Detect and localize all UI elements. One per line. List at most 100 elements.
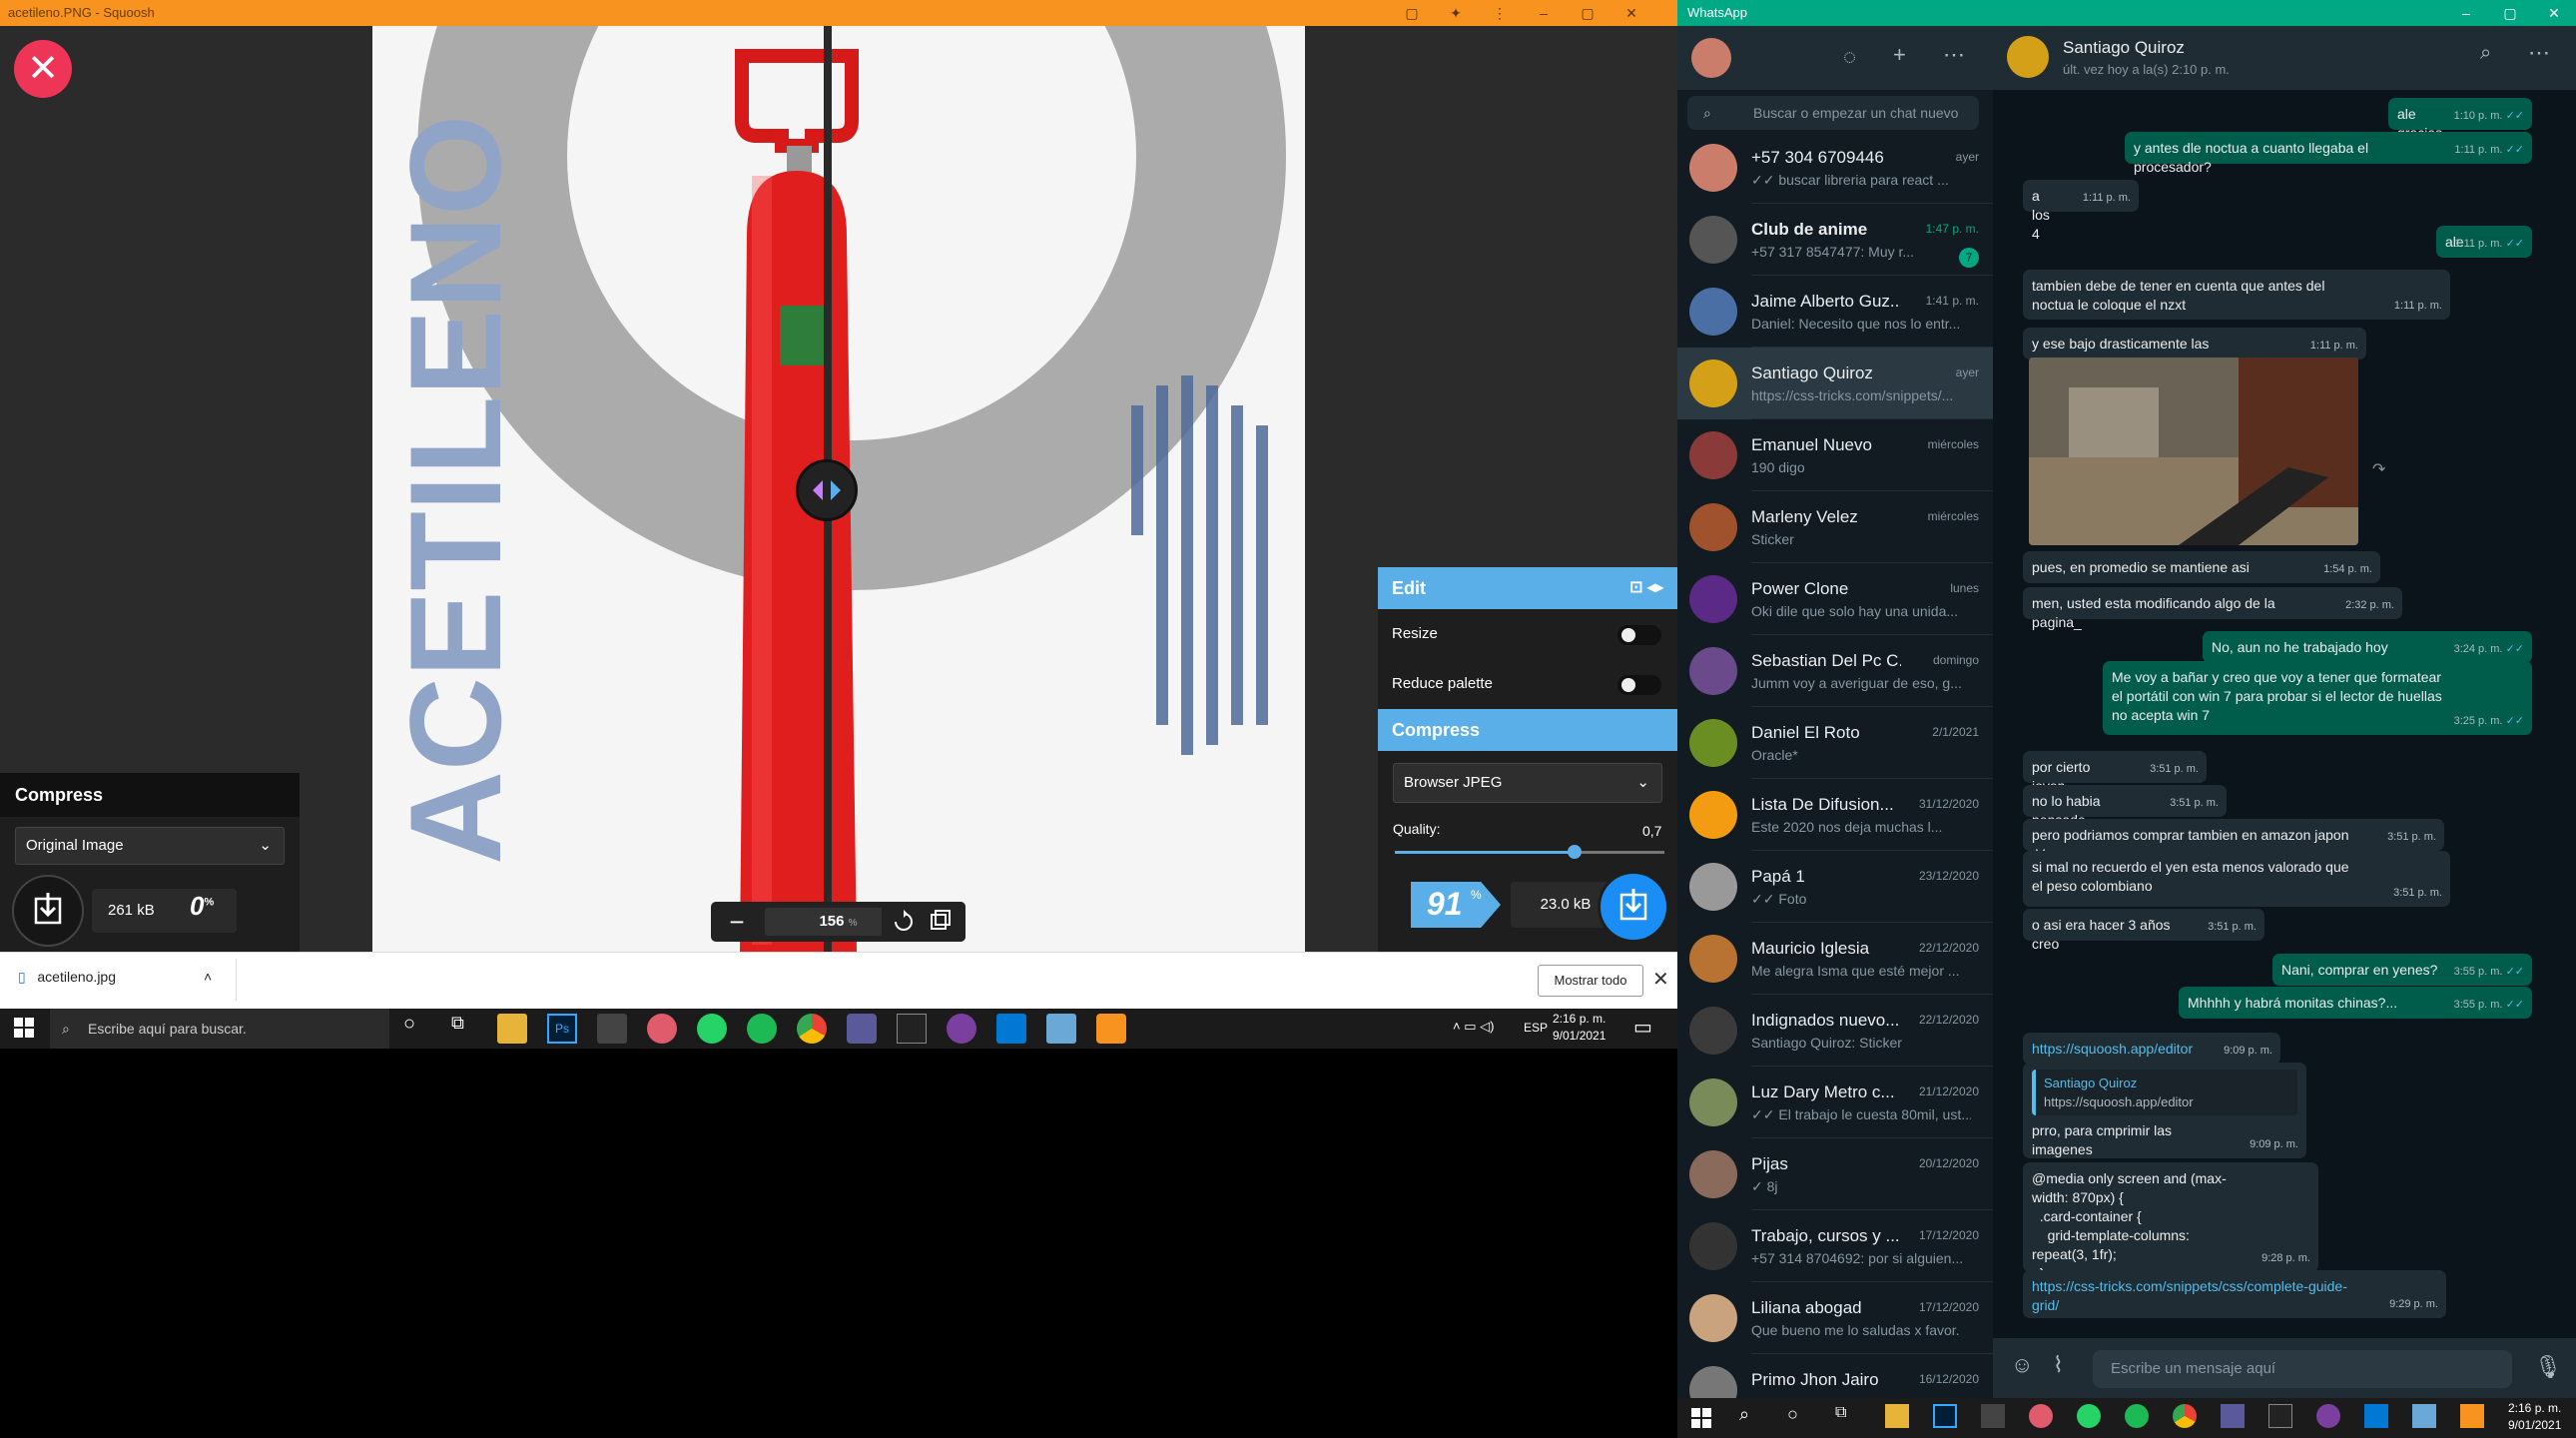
taskbar-search-input[interactable]: ⌕ Escribe aquí para buscar.: [50, 1009, 389, 1049]
more-options-icon[interactable]: ⋯: [1943, 42, 1965, 68]
file-explorer-icon[interactable]: [1885, 1404, 1909, 1428]
task-view-icon[interactable]: ⧉: [1835, 1404, 1846, 1422]
tab-icon[interactable]: ▢: [1390, 0, 1434, 26]
message-input[interactable]: Escribe un mensaje aquí: [2093, 1350, 2512, 1388]
contact-name[interactable]: Santiago Quiroz: [2063, 38, 2185, 58]
message-bubble[interactable]: no lo habia pensado3:51 p. m.: [2023, 785, 2227, 828]
cortana-icon[interactable]: ○: [1787, 1404, 1798, 1425]
message-bubble[interactable]: ale gracias1:10 p. m. ✓✓: [2388, 98, 2532, 141]
system-tray-icons[interactable]: ˄ ▭ ◁): [1453, 1019, 1494, 1035]
chat-search-input[interactable]: ⌕ Buscar o empezar un chat nuevo: [1687, 96, 1979, 130]
chat-item[interactable]: Papá 1 23/12/2020 ✓✓ Foto: [1677, 851, 1993, 923]
message-link[interactable]: https://css-tricks.com/snippets/css/comp…: [2032, 1277, 2437, 1315]
rotate-icon[interactable]: [882, 902, 966, 942]
message-bubble[interactable]: o asi era hacer 3 años creo 3:51 p. m.: [2023, 909, 2264, 952]
chat-item[interactable]: Trabajo, cursos y ... 17/12/2020 +57 314 8…: [1677, 1210, 1993, 1282]
cortana-icon[interactable]: ○: [403, 1013, 415, 1036]
reduce-palette-toggle[interactable]: [1617, 675, 1661, 695]
message-bubble[interactable]: por cierto joven3:51 p. m.: [2023, 751, 2207, 794]
microphone-icon[interactable]: 🎙: [2534, 1354, 2562, 1380]
whatsapp-taskbar-icon[interactable]: [2077, 1404, 2101, 1428]
new-chat-icon[interactable]: +: [1893, 42, 1906, 68]
message-bubble[interactable]: y ese bajo drasticamente las temperatura…: [2023, 328, 2366, 370]
squoosh-taskbar-icon[interactable]: [1096, 1014, 1126, 1044]
chat-item[interactable]: Club de anime 1:47 p. m. +57 317 8547477: …: [1677, 204, 1993, 276]
message-bubble[interactable]: a los 4 1:11 p. m.: [2023, 180, 2139, 242]
copy-settings-icon[interactable]: ⊡ ◂▸: [1629, 567, 1663, 609]
wa-minimize-button[interactable]: –: [2444, 0, 2488, 26]
chat-item[interactable]: Marleny Velez miércoles Sticker: [1677, 491, 1993, 563]
conversation-menu-icon[interactable]: ⋯: [2528, 40, 2550, 66]
message-bubble[interactable]: y antes dle noctua a cuanto llegaba el p…: [2125, 132, 2532, 175]
menu-icon[interactable]: ⋮: [1478, 0, 1522, 26]
taskbar-clock[interactable]: 2:16 p. m. 9/01/2021: [2508, 1400, 2561, 1434]
app3-icon[interactable]: [2316, 1404, 2340, 1428]
windows-start-icon[interactable]: [1691, 1408, 1711, 1428]
terminal-icon[interactable]: [897, 1014, 927, 1044]
chat-item[interactable]: Liliana abogad 17/12/2020 Que bueno me lo …: [1677, 1282, 1993, 1354]
quality-slider-thumb[interactable]: [1568, 845, 1582, 859]
attach-icon[interactable]: ⌇: [2053, 1352, 2064, 1378]
format-select[interactable]: Browser JPEG ⌄: [1393, 763, 1662, 803]
chat-item[interactable]: Mauricio Iglesia 22/12/2020 Me alegra Isma…: [1677, 923, 1993, 995]
chat-item[interactable]: Power Clone lunes Oki dile que solo hay un…: [1677, 563, 1993, 635]
app-icon[interactable]: [647, 1014, 677, 1044]
notes-icon[interactable]: [1046, 1014, 1076, 1044]
wa-close-button[interactable]: ✕: [2532, 0, 2576, 26]
message-bubble[interactable]: Me voy a bañar y creo que voy a tener qu…: [2103, 661, 2532, 735]
chat-item[interactable]: Jaime Alberto Guz... 1:41 p. m. Daniel: Ne…: [1677, 276, 1993, 348]
split-handle-icon[interactable]: [796, 459, 858, 521]
app3-icon[interactable]: [947, 1014, 976, 1044]
vscode-icon[interactable]: [2364, 1404, 2388, 1428]
forward-icon[interactable]: ↷: [2372, 459, 2385, 479]
resize-toggle[interactable]: [1617, 625, 1661, 645]
chat-item[interactable]: Sebastian Del Pc C... domingo Jumm voy a a…: [1677, 635, 1993, 707]
message-bubble[interactable]: men, usted esta modificando algo de la p…: [2023, 587, 2402, 630]
message-bubble[interactable]: https://css-tricks.com/snippets/css/comp…: [2023, 1270, 2446, 1318]
store-icon[interactable]: [1981, 1404, 2005, 1428]
chrome-icon[interactable]: [797, 1014, 827, 1044]
close-download-bar-icon[interactable]: ✕: [1652, 967, 1669, 992]
message-bubble[interactable]: Nani, comprar en yenes? 3:55 p. m. ✓✓: [2272, 954, 2532, 986]
show-all-button[interactable]: Mostrar todo: [1538, 965, 1643, 997]
chrome-icon[interactable]: [2173, 1404, 2197, 1428]
minimize-button[interactable]: –: [1522, 0, 1566, 26]
download-icon[interactable]: [1598, 871, 1669, 943]
chat-item[interactable]: Luz Dary Metro c... 21/12/2020 ✓✓ El traba…: [1677, 1067, 1993, 1138]
search-icon[interactable]: ⌕: [1739, 1404, 1749, 1425]
message-bubble[interactable]: Mhhhh y habrá monitas chinas?... 3:55 p. …: [2179, 987, 2532, 1019]
maximize-button[interactable]: ▢: [1566, 0, 1610, 26]
contact-avatar[interactable]: [2007, 36, 2049, 78]
image-message[interactable]: [2029, 358, 2358, 545]
chat-item[interactable]: Santiago Quiroz ayer https://css-tricks.co…: [1677, 348, 1993, 419]
windows-start-icon[interactable]: [14, 1018, 34, 1038]
store-icon[interactable]: [597, 1014, 627, 1044]
terminal-icon[interactable]: [2268, 1404, 2292, 1428]
emoji-icon[interactable]: ☺: [2011, 1352, 2033, 1378]
spotify-icon[interactable]: [2125, 1404, 2149, 1428]
message-bubble[interactable]: pues, en promedio se mantiene asi 1:54 p.…: [2023, 551, 2380, 583]
extensions-icon[interactable]: ✦: [1434, 0, 1478, 26]
download-original-icon[interactable]: [12, 875, 84, 947]
vscode-icon[interactable]: [996, 1014, 1026, 1044]
app2-icon[interactable]: [847, 1014, 877, 1044]
whatsapp-taskbar-icon[interactable]: [697, 1014, 727, 1044]
message-bubble[interactable]: pero podriamos comprar tambien en amazon…: [2023, 819, 2444, 862]
spotify-icon[interactable]: [747, 1014, 777, 1044]
search-icon[interactable]: ⌕: [2480, 42, 2491, 65]
message-bubble[interactable]: No, aun no he trabajado hoy 3:24 p. m. ✓✓: [2203, 631, 2532, 663]
chat-item[interactable]: Pijas 20/12/2020 ✓ 8j: [1677, 1138, 1993, 1210]
close-icon[interactable]: ✕: [14, 40, 72, 98]
notifications-icon[interactable]: ▭: [1633, 1015, 1652, 1040]
chat-item[interactable]: Daniel El Roto 2/1/2021 Oracle*: [1677, 707, 1993, 779]
photoshop-icon[interactable]: [1933, 1404, 1957, 1428]
file-explorer-icon[interactable]: [497, 1014, 527, 1044]
taskbar-clock[interactable]: 2:16 p. m. 9/01/2021: [1553, 1011, 1606, 1045]
avatar[interactable]: [1691, 38, 1731, 78]
chat-item[interactable]: Lista De Difusion... 31/12/2020 Este 2020 …: [1677, 779, 1993, 851]
app2-icon[interactable]: [2221, 1404, 2245, 1428]
chat-item[interactable]: Indignados nuevo... 22/12/2020 Santiago Qu…: [1677, 995, 1993, 1067]
photoshop-icon[interactable]: Ps: [547, 1014, 577, 1044]
notes-icon[interactable]: [2412, 1404, 2436, 1428]
download-item[interactable]: ▯ acetileno.jpg ˄: [18, 969, 212, 986]
